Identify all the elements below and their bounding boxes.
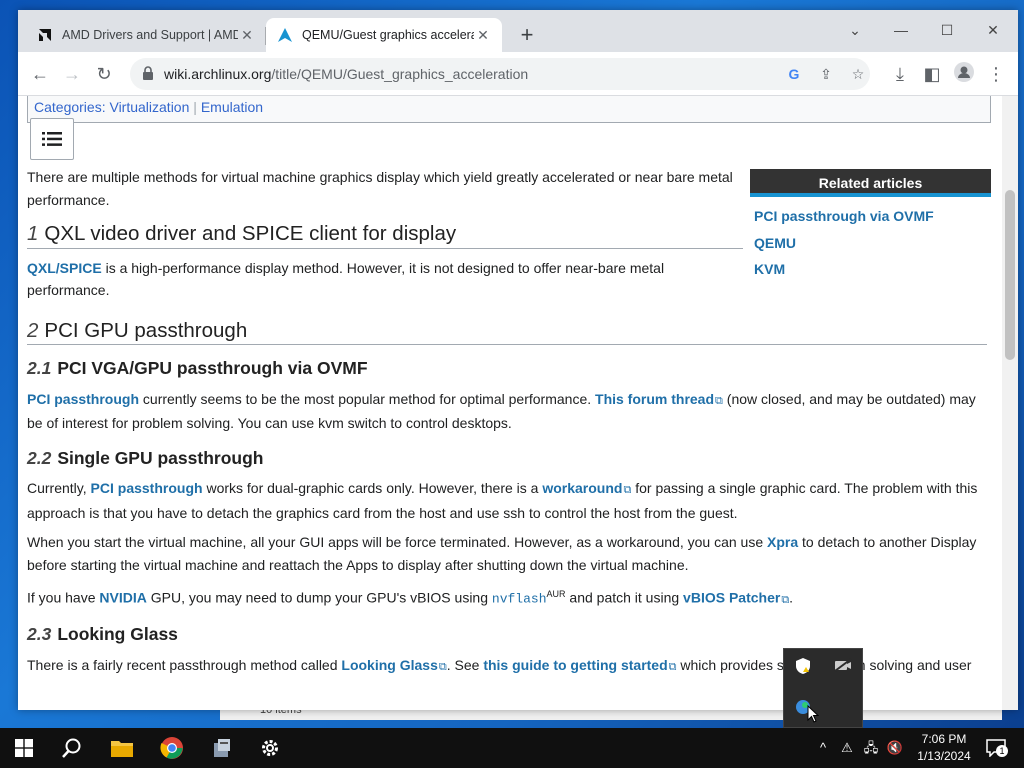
link-pci-passthrough[interactable]: PCI passthrough (27, 391, 139, 407)
menu-kebab-icon[interactable]: ⋮ (984, 62, 1008, 86)
camera-off-icon[interactable] (832, 657, 854, 679)
tab-strip: AMD Drivers and Support | AMD ✕ QEMU/Gue… (18, 10, 1018, 52)
url-host: wiki.archlinux.org (164, 66, 272, 82)
forward-button[interactable]: → (60, 62, 84, 86)
tab-title: AMD Drivers and Support | AMD (62, 28, 238, 42)
google-icon[interactable]: G (782, 62, 806, 86)
volume-muted-icon[interactable]: 🔇 (886, 739, 904, 757)
url-path: /title/QEMU/Guest_graphics_acceleration (271, 66, 529, 82)
bookmark-star-icon[interactable]: ☆ (846, 62, 870, 86)
address-bar[interactable]: wiki.archlinux.org/title/QEMU/Guest_grap… (130, 58, 870, 90)
security-alert-icon[interactable]: ⚠ (838, 739, 856, 757)
section-2-2-paragraph-2: When you start the virtual machine, all … (27, 534, 977, 573)
section-heading-2: 2 PCI GPU passthrough (27, 319, 987, 345)
start-button[interactable] (0, 728, 48, 768)
close-icon[interactable]: ✕ (238, 26, 256, 44)
article-body: There are multiple methods for virtual m… (27, 166, 987, 685)
section-heading-2-2: 2.2 Single GPU passthrough (27, 447, 264, 468)
side-panel-icon[interactable]: ◧ (920, 62, 944, 86)
new-tab-button[interactable]: + (515, 24, 539, 48)
external-link-icon: ⧉ (668, 660, 677, 673)
page-scrollbar[interactable] (1002, 96, 1018, 710)
chrome-icon[interactable] (148, 728, 196, 768)
profile-avatar-icon[interactable] (952, 62, 976, 86)
external-link-icon: ⧉ (715, 394, 723, 407)
link-looking-glass[interactable]: Looking Glass (341, 657, 437, 673)
download-icon[interactable]: ⤓ (888, 62, 912, 86)
category-emulation[interactable]: Emulation (201, 99, 263, 115)
section-heading-2-3: 2.3 Looking Glass (27, 624, 178, 645)
notification-count-badge: 1 (996, 745, 1008, 757)
clock-time: 7:06 PM (921, 732, 967, 746)
tray-overflow-popup (783, 648, 863, 728)
tab-title: QEMU/Guest graphics acceleratio (302, 28, 474, 42)
categories-box: Categories: Virtualization | Emulation (27, 96, 991, 123)
chevron-up-icon[interactable]: ^ (814, 739, 832, 757)
link-nvidia[interactable]: NVIDIA (99, 590, 146, 606)
link-nvflash[interactable]: nvflash (492, 592, 547, 607)
link-getting-started-guide[interactable]: this guide to getting started (483, 657, 667, 673)
amd-logo-icon (36, 26, 54, 44)
section-1-paragraph: QXL/SPICE is a high-performance display … (27, 259, 665, 299)
page-content: Categories: Virtualization | Emulation R… (18, 96, 1002, 710)
section-2-2-paragraph-1: Currently, PCI passthrough works for dua… (27, 480, 978, 521)
share-icon[interactable]: ⇪ (814, 62, 838, 86)
security-shield-icon[interactable] (792, 657, 814, 679)
aur-superscript[interactable]: AUR (547, 589, 566, 599)
section-heading-1: 1 QXL video driver and SPICE client for d… (27, 222, 743, 249)
tab-search-icon[interactable]: ⌄ (832, 16, 878, 44)
reload-button[interactable]: ↻ (92, 62, 116, 86)
archlinux-logo-icon (276, 26, 294, 44)
list-icon (42, 132, 62, 146)
maximize-button[interactable]: ☐ (924, 16, 970, 44)
external-link-icon: ⧉ (781, 593, 790, 606)
windows-logo-icon (15, 739, 33, 757)
category-virtualization[interactable]: Virtualization (109, 99, 189, 115)
link-xpra[interactable]: Xpra (767, 534, 798, 550)
section-2-1-paragraph: PCI passthrough currently seems to be th… (27, 390, 976, 432)
server-manager-icon[interactable] (198, 728, 246, 768)
section-heading-2-1: 2.1 PCI VGA/GPU passthrough via OVMF (27, 358, 368, 378)
system-clock[interactable]: 7:06 PM 1/13/2024 (912, 731, 976, 765)
browser-toolbar: ← → ↻ wiki.archlinux.org/title/QEMU/Gues… (18, 52, 1018, 96)
minimize-button[interactable]: — (878, 16, 924, 44)
browser-window: AMD Drivers and Support | AMD ✕ QEMU/Gue… (18, 10, 1018, 710)
external-link-icon: ⧉ (438, 660, 447, 673)
taskbar: ^ ⚠ 🖧 🔇 7:06 PM 1/13/2024 1 (0, 728, 1024, 768)
tab-qemu-guest-graphics[interactable]: QEMU/Guest graphics acceleratio ✕ (266, 18, 502, 52)
tab-amd-drivers[interactable]: AMD Drivers and Support | AMD ✕ (26, 18, 266, 52)
close-icon[interactable]: ✕ (474, 26, 492, 44)
intro-paragraph: There are multiple methods for virtual m… (27, 169, 733, 208)
toc-toggle-button[interactable] (30, 118, 74, 160)
search-icon[interactable] (48, 728, 96, 768)
notification-center-icon[interactable]: 1 (984, 739, 1008, 758)
mouse-cursor-icon (802, 704, 824, 727)
network-icon[interactable]: 🖧 (862, 739, 880, 757)
back-button[interactable]: ← (28, 62, 52, 86)
clock-date: 1/13/2024 (917, 749, 971, 763)
lock-icon (142, 65, 156, 83)
file-explorer-icon[interactable] (98, 728, 146, 768)
scrollbar-thumb[interactable] (1005, 190, 1015, 360)
section-2-2-paragraph-3: If you have NVIDIA GPU, you may need to … (27, 589, 794, 607)
link-forum-thread[interactable]: This forum thread (595, 391, 714, 407)
settings-gear-icon[interactable] (246, 728, 294, 768)
categories-label[interactable]: Categories: (34, 99, 106, 115)
link-pci-passthrough[interactable]: PCI passthrough (91, 480, 203, 496)
link-qxl-spice[interactable]: QXL/SPICE (27, 260, 102, 276)
close-window-button[interactable]: ✕ (970, 16, 1016, 44)
link-workaround[interactable]: workaround (542, 480, 622, 496)
link-vbios-patcher[interactable]: vBIOS Patcher (683, 590, 780, 606)
